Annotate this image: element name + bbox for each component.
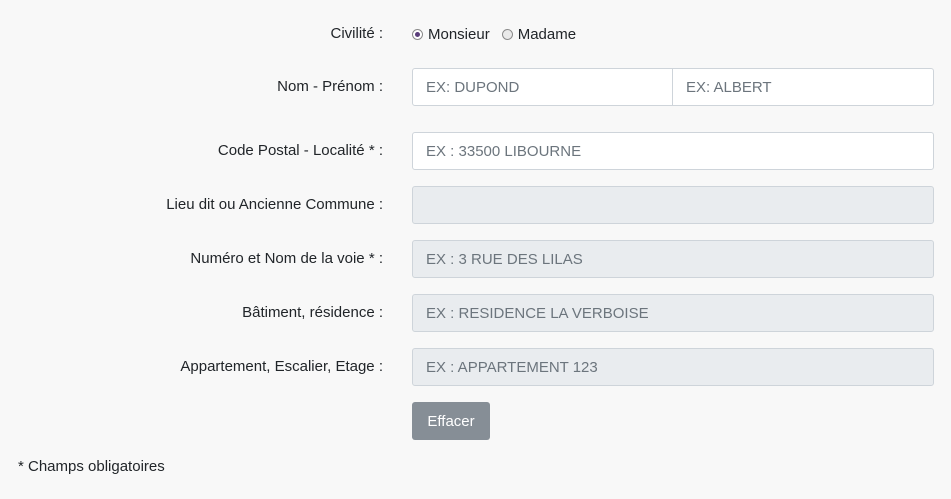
voie-row: Numéro et Nom de la voie * : bbox=[0, 240, 951, 278]
nom-input[interactable] bbox=[412, 68, 673, 106]
lieu-dit-label: Lieu dit ou Ancienne Commune : bbox=[166, 196, 383, 213]
nom-prenom-row: Nom - Prénom : bbox=[0, 68, 951, 106]
code-postal-label: Code Postal - Localité * : bbox=[217, 142, 383, 159]
radio-madame-label: Madame bbox=[517, 25, 577, 43]
clear-button[interactable]: Effacer bbox=[412, 402, 490, 440]
lieu-dit-input[interactable] bbox=[412, 186, 934, 224]
batiment-input[interactable] bbox=[412, 294, 934, 332]
address-form: Civilité : Monsieur Madame Nom - Prénom … bbox=[0, 0, 951, 499]
appartement-input[interactable] bbox=[412, 348, 934, 386]
code-postal-row: Code Postal - Localité * : bbox=[0, 132, 951, 170]
required-fields-note: * Champs obligatoires bbox=[18, 458, 165, 475]
lieu-dit-row: Lieu dit ou Ancienne Commune : bbox=[0, 186, 951, 224]
appartement-row: Appartement, Escalier, Etage : bbox=[0, 348, 951, 386]
voie-input[interactable] bbox=[412, 240, 934, 278]
appartement-label: Appartement, Escalier, Etage : bbox=[180, 358, 383, 375]
radio-madame[interactable]: Madame bbox=[501, 25, 577, 43]
voie-label: Numéro et Nom de la voie * : bbox=[190, 250, 383, 267]
batiment-label: Bâtiment, résidence : bbox=[242, 304, 383, 321]
civilite-label: Civilité : bbox=[330, 25, 383, 42]
radio-monsieur[interactable]: Monsieur bbox=[412, 26, 490, 43]
radio-monsieur-dot[interactable] bbox=[412, 28, 423, 40]
radio-monsieur-label: Monsieur bbox=[428, 25, 490, 43]
code-postal-input[interactable] bbox=[412, 132, 934, 170]
radio-madame-dot[interactable] bbox=[501, 28, 513, 40]
batiment-row: Bâtiment, résidence : bbox=[0, 294, 951, 332]
civilite-radio-group: Monsieur Madame bbox=[412, 15, 588, 53]
prenom-input[interactable] bbox=[673, 68, 934, 106]
nom-prenom-label: Nom - Prénom : bbox=[277, 78, 383, 95]
civilite-row: Civilité : Monsieur Madame bbox=[0, 15, 951, 53]
